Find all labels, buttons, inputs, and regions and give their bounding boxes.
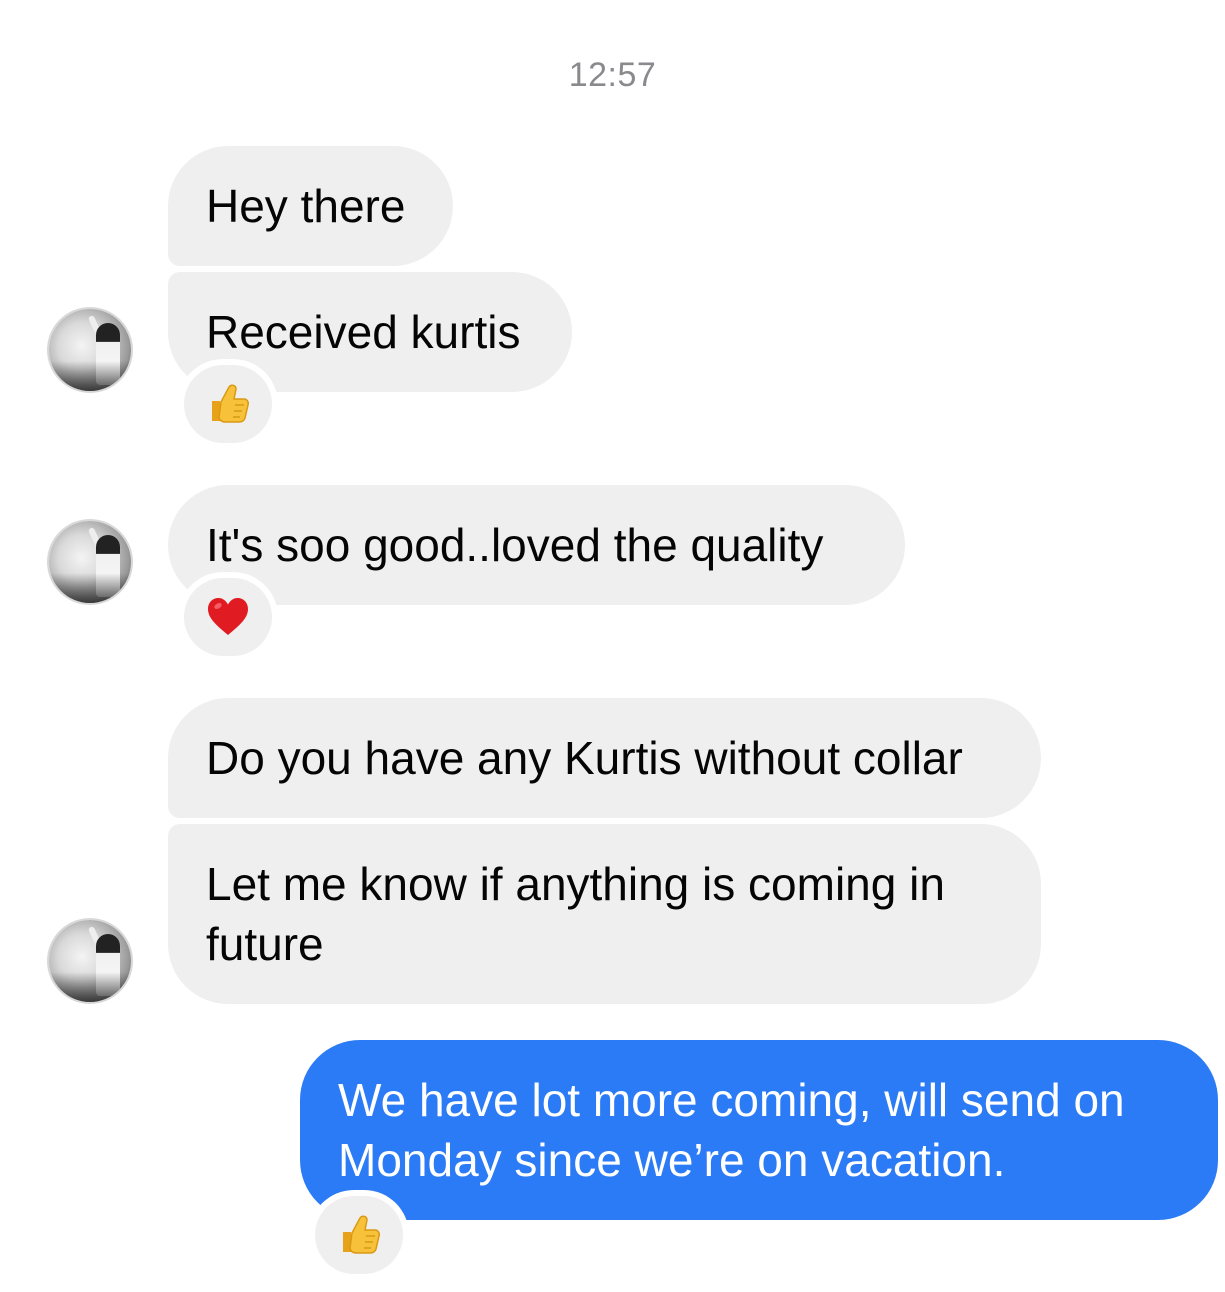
message-bubble-incoming[interactable]: Hey there xyxy=(168,146,453,266)
conversation-timestamp: 12:57 xyxy=(568,56,657,94)
contact-avatar[interactable] xyxy=(49,309,131,391)
thumbs-up-reaction-icon[interactable] xyxy=(315,1196,403,1274)
message-bubble-outgoing[interactable]: We have lot more coming, will send on Mo… xyxy=(300,1040,1218,1220)
contact-avatar[interactable] xyxy=(49,920,131,1002)
message-bubble-incoming[interactable]: Do you have any Kurtis without collar xyxy=(168,698,1041,818)
contact-avatar[interactable] xyxy=(49,521,131,603)
red-heart-reaction-icon[interactable] xyxy=(184,578,272,656)
message-bubble-incoming[interactable]: Let me know if anything is coming in fut… xyxy=(168,824,1041,1004)
message-bubble-incoming[interactable]: It's soo good..loved the quality xyxy=(168,485,905,605)
thumbs-up-reaction-icon[interactable] xyxy=(184,365,272,443)
